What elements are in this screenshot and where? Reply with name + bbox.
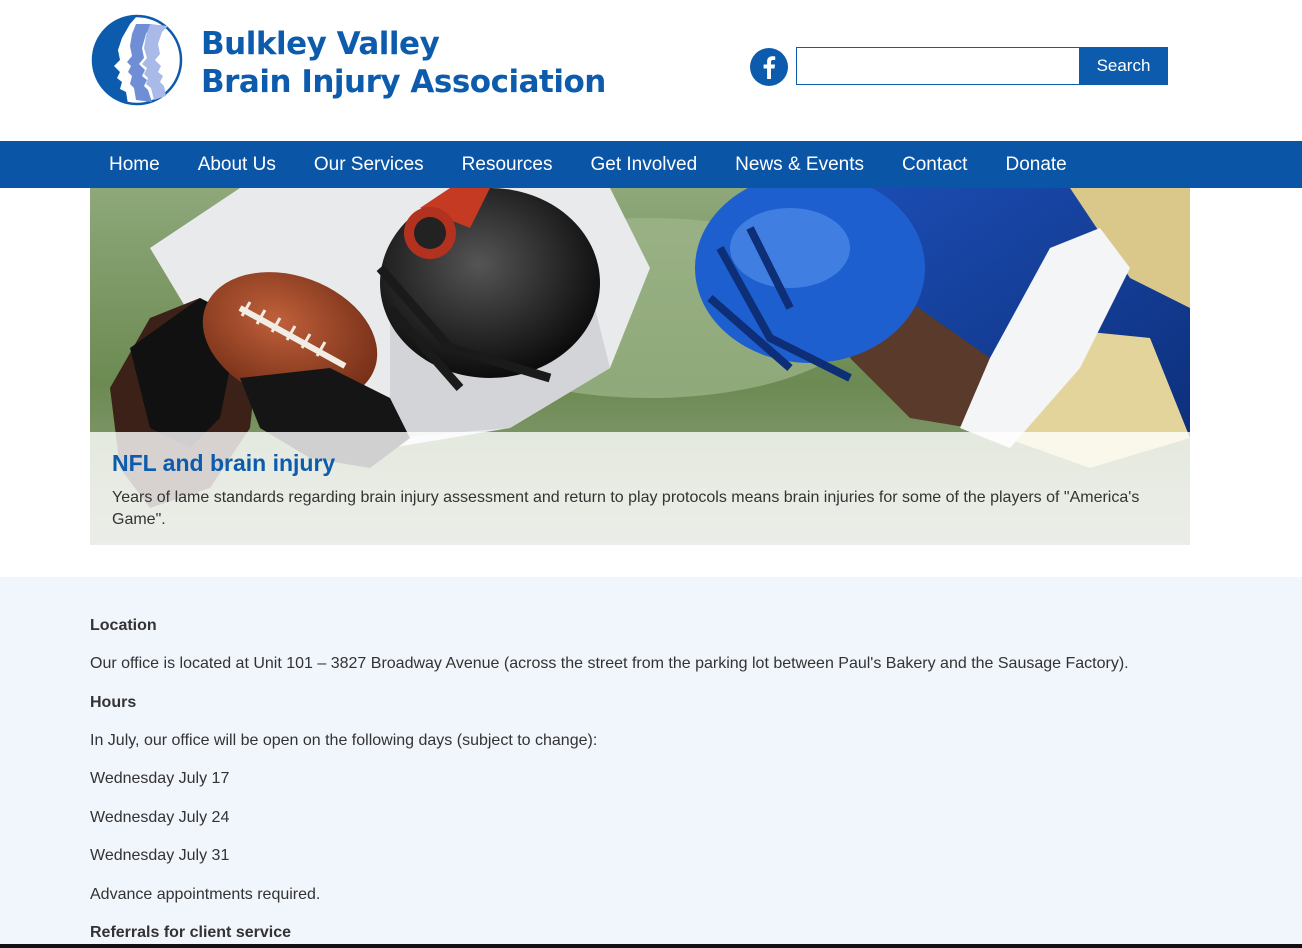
main-navigation: Home About Us Our Services Resources Get… <box>0 141 1302 188</box>
site-header: Bulkley Valley Brain Injury Association … <box>0 0 1302 141</box>
logo-line-1: Bulkley Valley <box>201 26 440 62</box>
nav-item-get-involved[interactable]: Get Involved <box>571 141 716 188</box>
main-content: Location Our office is located at Unit 1… <box>0 577 1302 948</box>
hours-day: Wednesday July 24 <box>90 809 230 826</box>
hero-caption: NFL and brain injury Years of lame stand… <box>90 432 1190 545</box>
nav-item-news-events[interactable]: News & Events <box>716 141 883 188</box>
location-text: Our office is located at Unit 101 – 3827… <box>90 655 1129 672</box>
facebook-icon <box>763 56 776 79</box>
hero-slide[interactable]: NFL and brain injury Years of lame stand… <box>90 188 1190 545</box>
logo-profiles-icon <box>91 14 183 106</box>
hero-description: Years of lame standards regarding brain … <box>112 489 1140 528</box>
nav-item-about-us[interactable]: About Us <box>179 141 295 188</box>
nav-item-home[interactable]: Home <box>90 141 179 188</box>
facebook-link[interactable] <box>750 48 788 86</box>
nav-item-donate[interactable]: Donate <box>986 141 1085 188</box>
search-button[interactable]: Search <box>1079 47 1168 85</box>
site-logo-link[interactable]: Bulkley Valley Brain Injury Association <box>90 14 606 106</box>
hero-title-link[interactable]: NFL and brain injury <box>112 450 335 477</box>
location-heading: Location <box>90 617 157 634</box>
hours-heading: Hours <box>90 694 137 711</box>
nav-item-our-services[interactable]: Our Services <box>295 141 443 188</box>
nav-item-resources[interactable]: Resources <box>443 141 572 188</box>
hours-day: Wednesday July 17 <box>90 770 230 787</box>
search-input[interactable] <box>796 47 1080 85</box>
appointments-note: Advance appointments required. <box>90 886 321 903</box>
logo-line-2: Brain Injury Association <box>201 64 606 100</box>
nav-item-contact[interactable]: Contact <box>883 141 986 188</box>
hours-day: Wednesday July 31 <box>90 847 230 864</box>
referrals-heading: Referrals for client service <box>90 924 291 941</box>
hours-intro: In July, our office will be open on the … <box>90 732 598 749</box>
logo-wordmark: Bulkley Valley Brain Injury Association <box>201 24 606 102</box>
page-bottom-edge <box>0 944 1302 948</box>
nav-list: Home About Us Our Services Resources Get… <box>90 141 1086 188</box>
